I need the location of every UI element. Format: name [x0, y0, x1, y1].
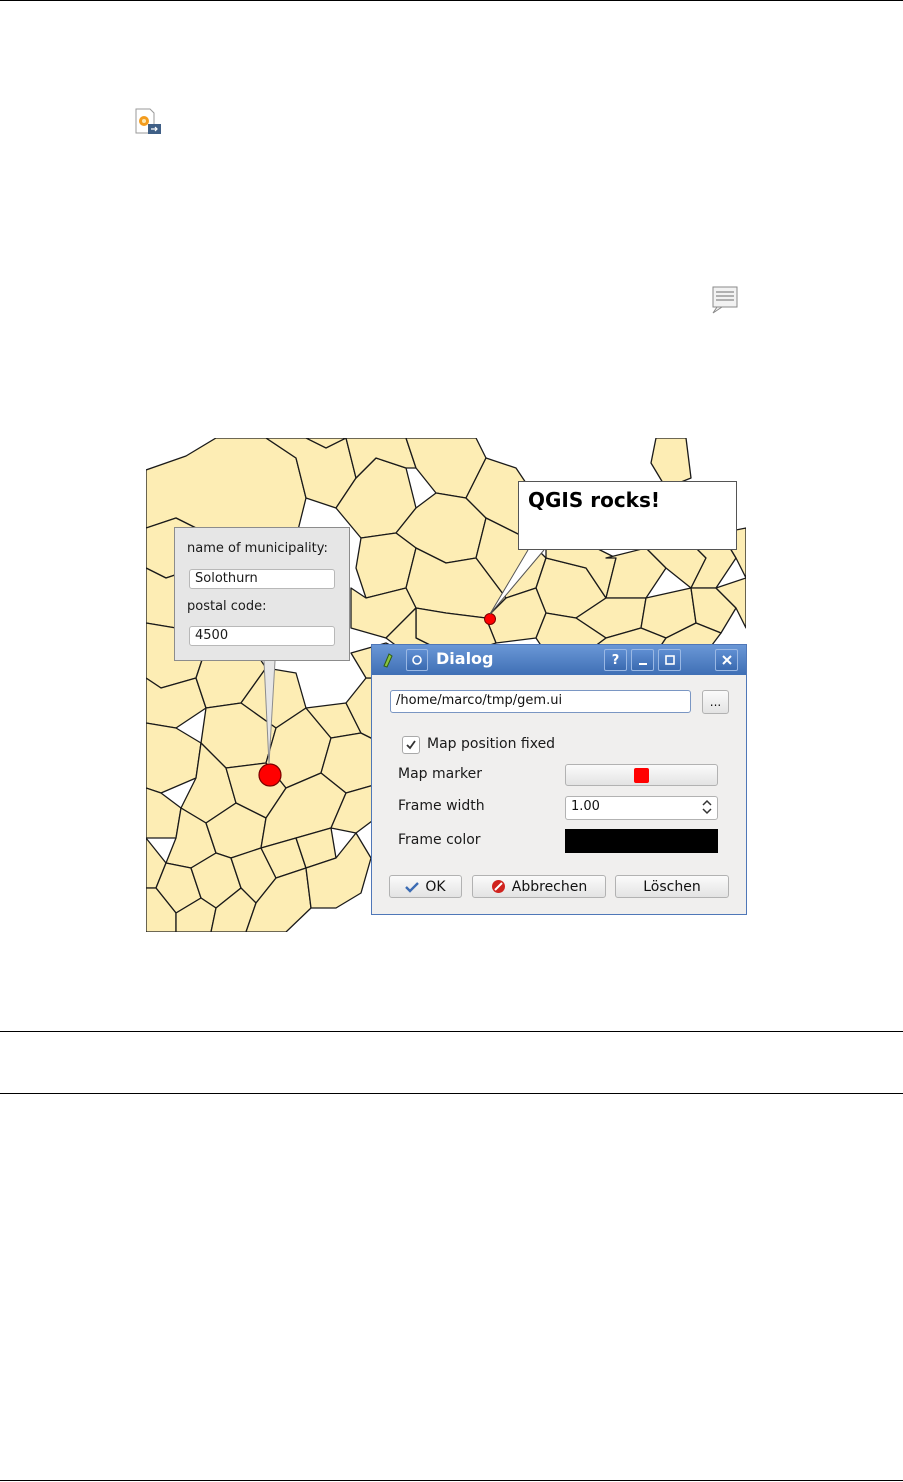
postal-code-field[interactable]: 4500	[189, 626, 335, 646]
map-marker-label: Map marker	[398, 766, 482, 782]
map-position-fixed-label: Map position fixed	[427, 736, 556, 752]
caption-bottom-rule	[0, 1093, 903, 1094]
top-rule	[0, 0, 903, 1]
text-annotation-icon[interactable]	[710, 285, 740, 315]
checkmark-icon	[406, 740, 416, 750]
dialog-titlebar[interactable]: Dialog ?	[372, 645, 746, 675]
text-annotation[interactable]: QGIS rocks!	[518, 481, 737, 550]
form-annotation[interactable]: name of municipality: Solothurn postal c…	[174, 527, 350, 661]
map-position-fixed-checkbox[interactable]	[402, 736, 420, 754]
frame-width-spinbox[interactable]: 1.00	[565, 796, 718, 820]
bottom-rule	[0, 1480, 903, 1481]
municipality-field[interactable]: Solothurn	[189, 569, 335, 589]
postal-code-label: postal code:	[187, 599, 267, 614]
ok-check-icon	[405, 881, 420, 893]
close-button[interactable]	[715, 649, 738, 671]
minimize-button[interactable]	[631, 649, 654, 671]
marker-swatch	[634, 767, 649, 783]
cancel-button[interactable]: Abbrechen	[472, 875, 606, 898]
caption-top-rule	[0, 1031, 903, 1032]
ok-label: OK	[425, 878, 446, 895]
frame-width-label: Frame width	[398, 798, 485, 814]
dialog-title: Dialog	[436, 649, 494, 668]
window-menu-icon[interactable]	[406, 649, 428, 671]
delete-button[interactable]: Löschen	[615, 875, 729, 898]
frame-width-value: 1.00	[571, 799, 600, 814]
map-marker-button[interactable]	[565, 764, 718, 786]
spin-arrows-icon[interactable]	[702, 799, 712, 819]
municipality-label: name of municipality:	[187, 541, 328, 556]
cancel-icon	[491, 880, 505, 893]
cancel-label: Abbrechen	[511, 878, 588, 895]
maximize-button[interactable]	[658, 649, 681, 671]
annotation-dialog[interactable]: Dialog ? /home/marco/tmp/gem.ui ... Map …	[371, 644, 747, 915]
help-button[interactable]: ?	[604, 649, 627, 671]
frame-color-button[interactable]	[565, 829, 718, 853]
ok-button[interactable]: OK	[389, 875, 462, 898]
text-annotation-text: QGIS rocks!	[528, 488, 661, 512]
form-annotation-icon[interactable]	[133, 108, 163, 136]
frame-color-label: Frame color	[398, 832, 481, 848]
ui-file-path-input[interactable]: /home/marco/tmp/gem.ui	[390, 690, 691, 713]
browse-button[interactable]: ...	[702, 690, 729, 714]
qgis-logo-icon	[378, 650, 398, 670]
